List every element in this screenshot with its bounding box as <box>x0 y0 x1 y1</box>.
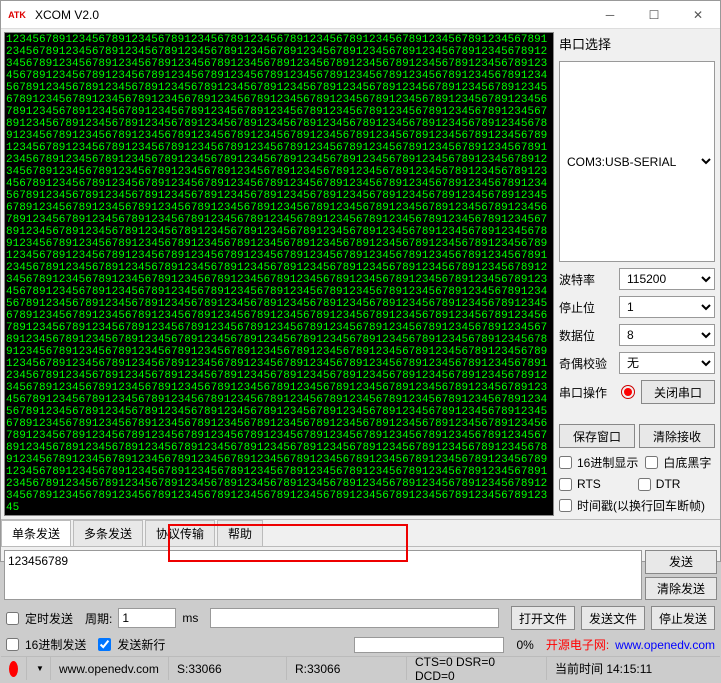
rts-label: RTS <box>577 477 601 491</box>
app-icon: ATK <box>5 3 29 27</box>
parity-select[interactable]: 无 <box>619 352 715 374</box>
port-select-label: 串口选择 <box>559 34 715 53</box>
status-dropdown[interactable]: ▼ <box>27 657 51 680</box>
hex-send-label: 16进制发送 <box>25 636 86 653</box>
tab-multi-send[interactable]: 多条发送 <box>73 520 143 546</box>
window-title: XCOM V2.0 <box>35 8 99 22</box>
progress-bar <box>354 637 504 653</box>
clear-send-button[interactable]: 清除发送 <box>645 577 717 601</box>
rts-checkbox[interactable] <box>559 478 572 491</box>
stop-label: 停止位 <box>559 299 615 316</box>
minimize-button[interactable]: ─ <box>588 1 632 29</box>
record-status-icon[interactable] <box>9 661 18 677</box>
open-file-button[interactable]: 打开文件 <box>511 606 575 630</box>
white-black-checkbox[interactable] <box>645 456 658 469</box>
timed-send-checkbox[interactable] <box>6 612 19 625</box>
baud-select[interactable]: 115200 <box>619 268 715 290</box>
close-button[interactable]: ✕ <box>676 1 720 29</box>
hex-send-checkbox[interactable] <box>6 638 19 651</box>
send-newline-label: 发送新行 <box>117 636 165 653</box>
dtr-label: DTR <box>656 477 681 491</box>
terminal-output[interactable]: 1234567891234567891234567891234567891234… <box>4 32 554 516</box>
dtr-checkbox[interactable] <box>638 478 651 491</box>
maximize-button[interactable]: ☐ <box>632 1 676 29</box>
stop-send-button[interactable]: 停止发送 <box>651 606 715 630</box>
send-file-button[interactable]: 发送文件 <box>581 606 645 630</box>
close-port-button[interactable]: 关闭串口 <box>641 380 715 404</box>
parity-label: 奇偶校验 <box>559 355 615 372</box>
stop-select[interactable]: 1 <box>619 296 715 318</box>
send-newline-checkbox[interactable] <box>98 638 111 651</box>
period-unit: ms <box>182 611 198 625</box>
baud-label: 波特率 <box>559 271 615 288</box>
hex-display-checkbox[interactable] <box>559 456 572 469</box>
white-black-label: 白底黑字 <box>663 454 711 471</box>
side-panel: 串口选择 COM3:USB-SERIAL 波特率 115200 停止位 1 数据… <box>557 32 717 516</box>
port-op-label: 串口操作 <box>559 384 615 401</box>
progress-percent: 0% <box>516 638 533 652</box>
tabs: 单条发送 多条发送 协议传输 帮助 <box>1 520 720 547</box>
tab-help[interactable]: 帮助 <box>217 520 263 546</box>
tab-single-send[interactable]: 单条发送 <box>1 520 71 546</box>
port-select[interactable]: COM3:USB-SERIAL <box>559 61 715 262</box>
link-site-label: 开源电子网: <box>546 636 609 653</box>
file-path-input[interactable] <box>210 608 499 628</box>
data-label: 数据位 <box>559 327 615 344</box>
statusbar: ▼ www.openedv.com S:33066 R:33066 CTS=0 … <box>1 656 720 680</box>
record-icon <box>621 385 635 399</box>
save-window-button[interactable]: 保存窗口 <box>559 424 635 448</box>
link-url[interactable]: www.openedv.com <box>615 638 715 652</box>
status-received: R:33066 <box>287 657 407 680</box>
period-input[interactable] <box>118 608 176 628</box>
status-cts: CTS=0 DSR=0 DCD=0 <box>407 657 547 680</box>
status-time: 当前时间 14:15:11 <box>547 657 720 680</box>
period-label: 周期: <box>85 610 112 627</box>
send-input[interactable] <box>4 550 642 600</box>
tab-protocol[interactable]: 协议传输 <box>145 520 215 546</box>
data-select[interactable]: 8 <box>619 324 715 346</box>
timestamp-checkbox[interactable] <box>559 499 572 512</box>
clear-receive-button[interactable]: 清除接收 <box>639 424 715 448</box>
timestamp-label: 时间戳(以换行回车断帧) <box>577 497 705 514</box>
hex-display-label: 16进制显示 <box>577 454 638 471</box>
titlebar: ATK XCOM V2.0 ─ ☐ ✕ <box>1 1 720 29</box>
status-sent: S:33066 <box>169 657 287 680</box>
status-url[interactable]: www.openedv.com <box>51 657 169 680</box>
timed-send-label: 定时发送 <box>25 610 73 627</box>
